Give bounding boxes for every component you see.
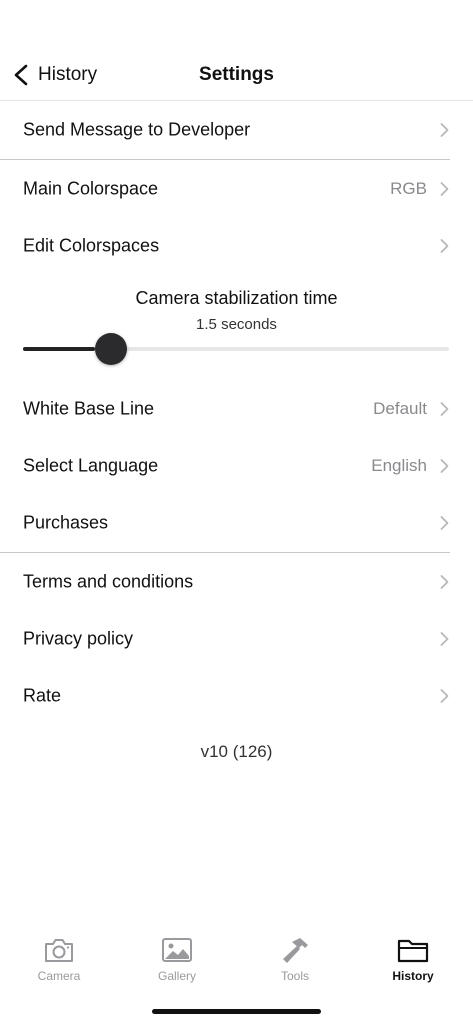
send-message-label: Send Message to Developer: [23, 119, 251, 139]
slider-fill: [23, 347, 95, 351]
edit-colorspaces-row[interactable]: Edit Colorspaces: [0, 217, 473, 274]
purchases-row[interactable]: Purchases: [0, 494, 473, 551]
stabilization-value: 1.5 seconds: [196, 316, 277, 333]
send-message-row[interactable]: Send Message to Developer: [0, 101, 473, 158]
white-base-line-row[interactable]: White Base Line Default: [0, 380, 473, 437]
chevron-right-icon: [440, 688, 449, 703]
tab-label: Tools: [280, 969, 309, 983]
chevron-right-icon: [440, 631, 449, 646]
select-language-value: English: [371, 455, 427, 475]
chevron-right-icon: [440, 574, 449, 589]
main-colorspace-row[interactable]: Main Colorspace RGB: [0, 160, 473, 217]
chevron-right-icon: [440, 515, 449, 530]
select-language-label: Select Language: [23, 455, 159, 475]
tab-label: Gallery: [157, 969, 196, 983]
gallery-icon: [162, 938, 192, 962]
privacy-label: Privacy policy: [23, 628, 134, 648]
back-button[interactable]: History: [12, 62, 97, 88]
slider-thumb[interactable]: [95, 333, 127, 365]
chevron-right-icon: [440, 181, 449, 196]
privacy-row[interactable]: Privacy policy: [0, 610, 473, 667]
tab-camera[interactable]: Camera: [0, 928, 118, 988]
purchases-label: Purchases: [23, 512, 109, 532]
chevron-right-icon: [440, 122, 449, 137]
chevron-left-icon: [14, 64, 28, 86]
tab-bar: Camera Gallery Tools History: [0, 928, 473, 988]
chevron-right-icon: [440, 238, 449, 253]
main-colorspace-label: Main Colorspace: [23, 178, 159, 198]
navigation-bar: History Settings: [0, 50, 473, 101]
terms-label: Terms and conditions: [23, 571, 194, 591]
rate-row[interactable]: Rate: [0, 667, 473, 724]
hammer-icon: [283, 938, 308, 963]
main-colorspace-value: RGB: [390, 178, 427, 198]
chevron-right-icon: [440, 401, 449, 416]
app-version: v10 (126): [200, 742, 273, 761]
white-base-line-label: White Base Line: [23, 398, 155, 418]
tab-gallery[interactable]: Gallery: [118, 928, 236, 988]
stabilization-title: Camera stabilization time: [135, 288, 338, 308]
terms-row[interactable]: Terms and conditions: [0, 553, 473, 610]
select-language-row[interactable]: Select Language English: [0, 437, 473, 494]
tab-label: History: [392, 969, 434, 983]
rate-label: Rate: [23, 685, 62, 705]
camera-icon: [45, 939, 73, 962]
folder-icon: [397, 939, 429, 963]
tab-history[interactable]: History: [354, 928, 472, 988]
chevron-right-icon: [440, 458, 449, 473]
back-button-label: History: [38, 64, 98, 85]
white-base-line-value: Default: [373, 398, 427, 418]
home-indicator: [152, 1009, 321, 1014]
tab-label: Camera: [37, 969, 81, 983]
stabilization-slider[interactable]: [23, 332, 449, 366]
tab-tools[interactable]: Tools: [236, 928, 354, 988]
edit-colorspaces-label: Edit Colorspaces: [23, 235, 160, 255]
